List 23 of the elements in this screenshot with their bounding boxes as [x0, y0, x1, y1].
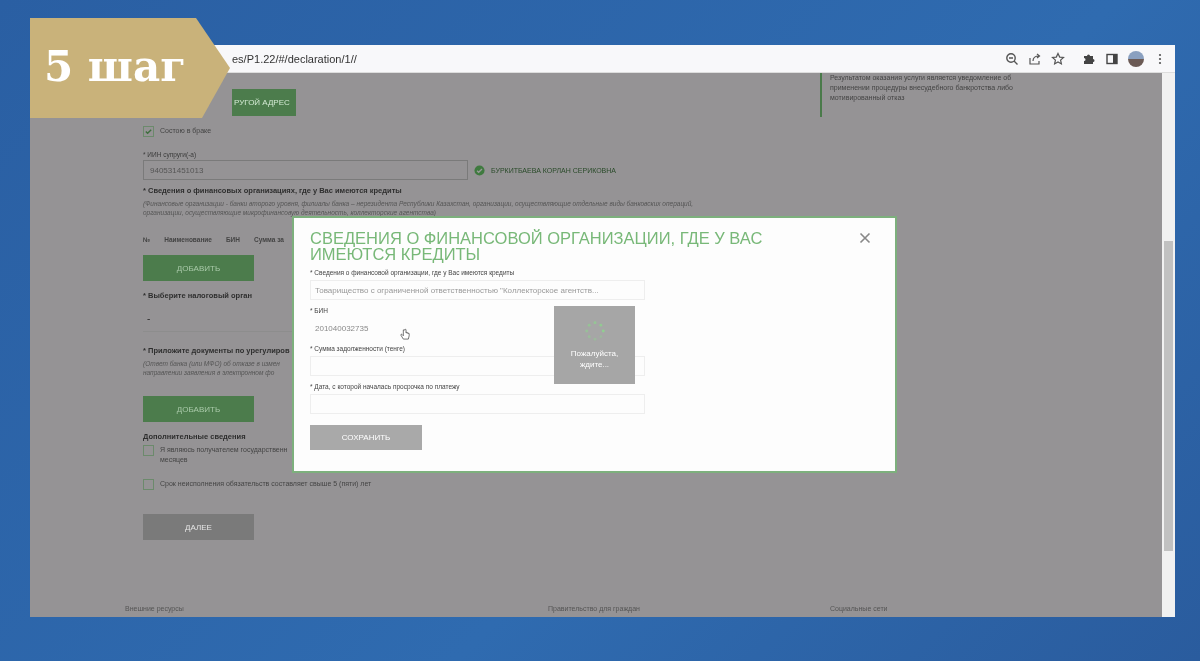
loading-text: Пожалуйста, ждите... — [569, 348, 620, 370]
star-icon[interactable] — [1051, 51, 1065, 66]
zoom-out-icon[interactable] — [1005, 51, 1019, 66]
modal-title: СВЕДЕНИЯ О ФИНАНСОВОЙ ОРГАНИЗАЦИИ, ГДЕ У ВАС ИМЕЮТСЯ КРЕДИТЫ — [310, 230, 764, 262]
spinner-icon — [583, 320, 606, 342]
checkbox[interactable] — [143, 126, 154, 137]
scrollbar[interactable] — [1162, 73, 1175, 617]
side-panel-icon[interactable] — [1105, 51, 1119, 66]
form-button[interactable]: ДОБАВИТЬ — [143, 396, 254, 422]
iin-field[interactable]: 940531451013 — [143, 160, 468, 180]
form-button[interactable]: ДОБАВИТЬ — [143, 255, 254, 281]
form-button[interactable]: РУГОЙ АДРЕС — [232, 89, 296, 116]
address-bar-url[interactable]: es/P1.22/#/declaration/1// — [232, 52, 357, 65]
scrollbar-thumb[interactable] — [1164, 241, 1173, 551]
profile-avatar[interactable] — [1128, 50, 1144, 67]
hand-cursor-icon — [400, 328, 410, 341]
checkbox[interactable] — [143, 479, 154, 490]
input-field[interactable]: Товарищество с ограниченной ответственностью "Коллекторское агентств... — [310, 280, 645, 300]
share-icon[interactable] — [1028, 51, 1042, 66]
check-circle-icon — [474, 164, 485, 176]
close-icon[interactable] — [859, 232, 871, 244]
checkbox[interactable] — [143, 445, 154, 456]
step-badge: 5 шаг — [30, 18, 230, 118]
